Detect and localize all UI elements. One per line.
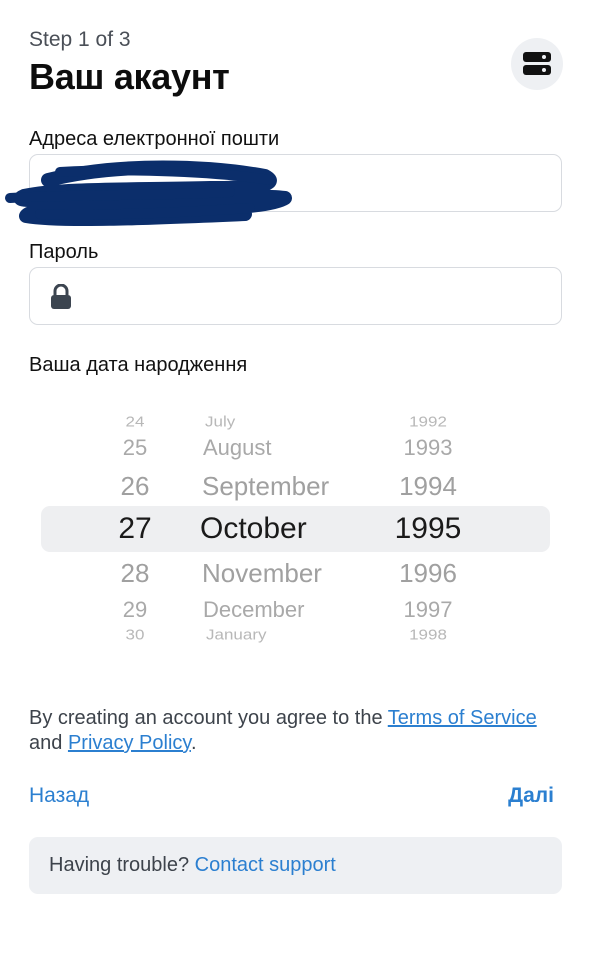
year-option[interactable]: 1998: [388, 627, 468, 644]
month-option[interactable]: July: [205, 414, 235, 431]
month-option[interactable]: November: [202, 558, 322, 589]
year-option-selected[interactable]: 1995: [388, 512, 468, 546]
step-indicator: Step 1 of 3: [29, 28, 131, 51]
lock-icon: [51, 284, 71, 309]
password-label: Пароль: [29, 241, 99, 263]
terms-notice: By creating an account you agree to the …: [29, 706, 549, 756]
day-option[interactable]: 24: [100, 414, 170, 431]
help-banner: Having trouble? Contact support: [29, 837, 562, 894]
year-option[interactable]: 1993: [388, 435, 468, 461]
page-title: Ваш акаунт: [29, 56, 230, 97]
email-label: Адреса електронної пошти: [29, 128, 280, 150]
server-select-button[interactable]: [511, 38, 563, 90]
day-option[interactable]: 30: [100, 627, 170, 644]
next-button[interactable]: Далі: [508, 784, 554, 808]
privacy-policy-link[interactable]: Privacy Policy: [68, 732, 191, 754]
contact-support-link[interactable]: Contact support: [195, 854, 336, 876]
day-option[interactable]: 26: [100, 471, 170, 502]
day-option-selected[interactable]: 27: [100, 512, 170, 546]
month-option[interactable]: August: [203, 435, 272, 461]
terms-middle: and: [29, 732, 68, 754]
redaction-scribble: [5, 160, 292, 227]
server-stack-icon: [523, 52, 551, 75]
day-option[interactable]: 25: [100, 435, 170, 461]
terms-suffix: .: [190, 732, 197, 754]
birth-date-picker[interactable]: 24 25 26 27 28 29 30 July August Septemb…: [0, 400, 590, 655]
signup-screen: Step 1 of 3 Ваш акаунт Адреса електронно…: [0, 0, 590, 964]
back-button[interactable]: Назад: [29, 784, 89, 808]
birth-date-label: Ваша дата народження: [29, 354, 248, 376]
help-prefix: Having trouble?: [49, 854, 195, 876]
year-option[interactable]: 1992: [388, 414, 468, 431]
year-option[interactable]: 1994: [388, 471, 468, 502]
month-option[interactable]: January: [206, 627, 266, 644]
year-option[interactable]: 1997: [388, 597, 468, 623]
day-option[interactable]: 29: [100, 597, 170, 623]
terms-prefix: By creating an account you agree to the: [29, 707, 388, 729]
terms-of-service-link[interactable]: Terms of Service: [388, 707, 537, 729]
month-option[interactable]: September: [202, 471, 329, 502]
day-option[interactable]: 28: [100, 558, 170, 589]
password-field[interactable]: [29, 267, 562, 325]
year-option[interactable]: 1996: [388, 558, 468, 589]
month-option-selected[interactable]: October: [200, 512, 307, 546]
month-option[interactable]: December: [203, 597, 304, 623]
